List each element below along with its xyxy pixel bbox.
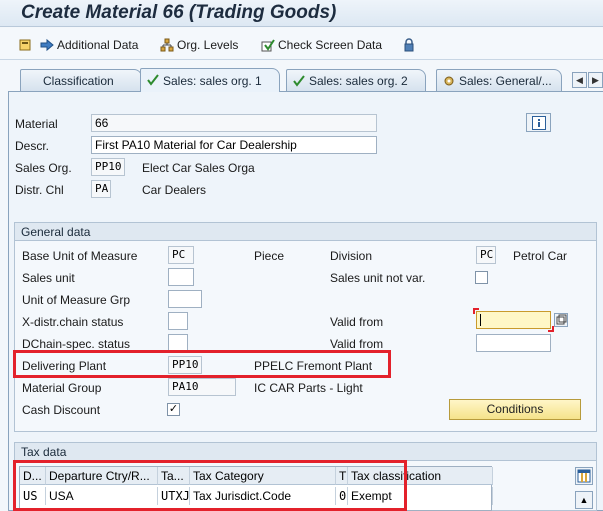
distr-chl-field[interactable]: PA [91,180,111,198]
tax-data-title: Tax data [15,443,596,461]
additional-data-button[interactable]: Additional Data [40,36,138,54]
check-icon [261,39,275,52]
cash-discount-label: Cash Discount [22,403,101,417]
tab-label: Sales: sales org. 2 [309,73,408,88]
sales-unit-label: Sales unit [22,271,75,285]
title-bar: Create Material 66 (Trading Goods) [0,0,603,27]
table-settings-icon [577,469,591,483]
customize-icon-button[interactable] [18,36,32,54]
valid-from-label-2: Valid from [330,337,384,351]
material-group-label: Material Group [22,381,102,395]
valid-from-label-1: Valid from [330,315,384,329]
value-help-icon [556,314,567,325]
uom-group-field[interactable] [168,290,202,308]
info-button[interactable] [526,113,551,132]
tab-sales-org-1[interactable]: Sales: sales org. 1 [140,68,280,92]
description-field[interactable]: First PA10 Material for Car Dealership [91,136,377,154]
general-data-title: General data [15,223,596,241]
additional-data-label: Additional Data [57,38,139,52]
table-cell[interactable]: USA [46,487,158,505]
base-uom-field[interactable]: PC [168,246,194,264]
distr-chl-label: Distr. Chl [15,183,64,197]
chevron-up-icon: ▲ [579,495,589,505]
column-header[interactable]: Ta... [158,467,190,485]
cash-discount-checkbox[interactable]: ✓ [167,403,180,416]
scroll-up-button[interactable]: ▲ [575,491,593,509]
xdistr-status-field[interactable] [168,312,188,330]
base-uom-text: Piece [254,249,285,263]
dchain-status-label: DChain-spec. status [22,337,131,351]
customize-icon [19,39,31,51]
column-header[interactable]: D... [20,467,46,485]
distr-chl-text: Car Dealers [142,183,207,197]
check-icon [147,74,159,86]
lock-icon [404,38,414,52]
sales-org-field[interactable]: PP10 [91,158,125,176]
info-icon [531,115,546,130]
calendar-help-button[interactable] [554,313,568,327]
valid-from-field-1[interactable] [476,311,551,329]
tab-label: Classification [43,73,114,88]
sales-org-label: Sales Org. [15,161,72,175]
conditions-button[interactable]: Conditions [449,399,581,420]
text-cursor [480,314,481,326]
arrow-right-icon [40,38,54,52]
tab-scroll-right-button[interactable]: ▶ [588,72,603,88]
uom-group-label: Unit of Measure Grp [22,293,131,307]
gear-icon [444,76,454,86]
table-cell[interactable]: UTXJ [158,487,190,505]
material-label: Material [15,117,58,131]
material-group-field[interactable]: PA10 [168,378,236,396]
division-field[interactable]: PC [476,246,496,264]
descr-label: Descr. [15,139,50,153]
delivering-plant-field[interactable]: PP10 [168,356,202,374]
lock-button[interactable] [402,36,416,54]
check-screen-data-button[interactable]: Check Screen Data [261,36,382,54]
table-cell[interactable]: US [20,487,46,505]
division-text: Petrol Car [513,249,568,263]
valid-from-field-2[interactable] [476,334,551,352]
delivering-plant-text: PPELC Fremont Plant [254,359,373,373]
delivering-plant-label: Delivering Plant [22,359,107,373]
sales-unit-not-var-checkbox[interactable] [475,271,488,284]
division-label: Division [330,249,373,263]
application-toolbar: Additional Data Org. Levels Check Screen… [0,28,603,60]
window-title: Create Material 66 (Trading Goods) [21,2,337,23]
table-settings-button[interactable] [575,467,593,485]
column-header[interactable]: Tax classification [348,467,493,485]
check-screen-data-label: Check Screen Data [278,38,383,52]
tabstrip: Classification Sales: sales org. 1 Sales… [0,66,603,92]
tab-sales-org-2[interactable]: Sales: sales org. 2 [286,69,426,91]
tab-label: Sales: General/... [459,73,552,88]
xdistr-status-label: X-distr.chain status [22,315,124,329]
chevron-right-icon: ▶ [592,74,599,85]
tax-data-table: D... Departure Ctry/R... Ta... Tax Categ… [19,466,493,511]
sales-org-text: Elect Car Sales Orga [142,161,255,175]
column-header[interactable]: Departure Ctry/R... [46,467,158,485]
material-field[interactable]: 66 [91,114,377,132]
table-cell[interactable]: Exempt [348,487,493,505]
dchain-status-field[interactable] [168,334,188,352]
sales-unit-field[interactable] [168,268,194,286]
focus-marker [473,308,479,314]
check-icon [293,75,305,87]
material-group-text: IC CAR Parts - Light [254,381,363,395]
org-levels-label: Org. Levels [177,38,239,52]
base-uom-label: Base Unit of Measure [22,249,138,263]
tab-scroll-left-button[interactable]: ◀ [572,72,587,88]
column-header[interactable]: T [336,467,348,485]
tab-label: Sales: sales org. 1 [163,73,262,88]
tab-sales-general[interactable]: Sales: General/... [436,69,562,91]
table-cell[interactable]: 0 [336,487,348,505]
org-structure-icon [160,38,174,52]
table-cell[interactable]: Tax Jurisdict.Code [190,487,336,505]
sales-unit-not-var-label: Sales unit not var. [330,271,426,285]
column-header[interactable]: Tax Category [190,467,336,485]
org-levels-button[interactable]: Org. Levels [160,36,238,54]
tab-classification[interactable]: Classification [20,69,142,91]
chevron-left-icon: ◀ [576,74,583,85]
